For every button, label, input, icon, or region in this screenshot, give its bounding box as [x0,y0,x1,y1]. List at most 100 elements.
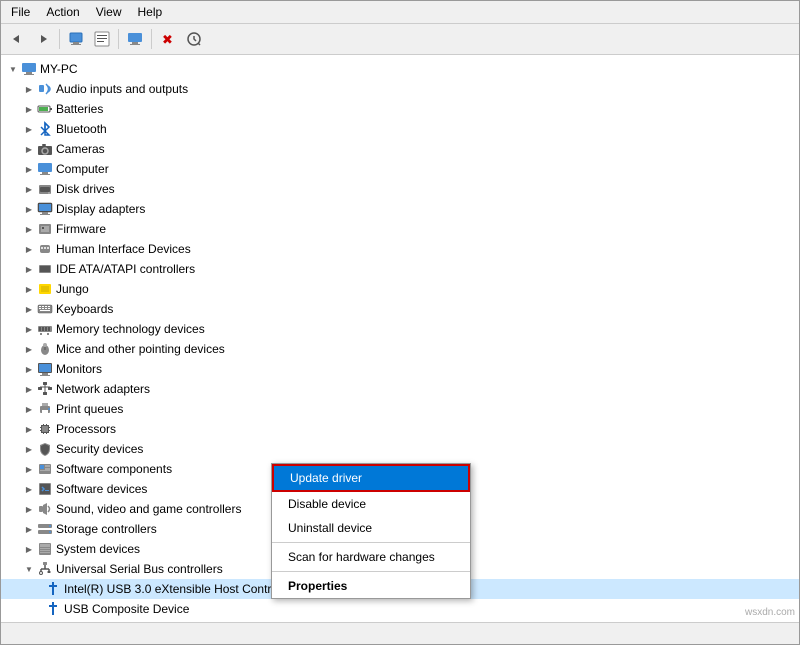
toolbar-sep-2 [118,29,119,49]
list-item[interactable]: ▶ Cameras [1,139,799,159]
menu-file[interactable]: File [5,3,36,21]
list-item[interactable]: ▶ Monitors [1,359,799,379]
firmware-icon [37,221,53,237]
display-icon [37,201,53,217]
context-disable-device[interactable]: Disable device [272,492,470,516]
audio-icon [37,81,53,97]
ide-icon [37,261,53,277]
item-label: Print queues [56,402,123,416]
expand-icon: ▶ [21,241,37,257]
status-bar [1,622,799,644]
expand-icon: ▶ [21,301,37,317]
ctx-separator-2 [272,571,470,572]
item-label: Memory technology devices [56,322,205,336]
item-label: USB Composite Device [64,602,189,616]
usb-device-icon [45,621,61,622]
list-item[interactable]: ▶ Keyboards [1,299,799,319]
list-item[interactable]: ▶ Batteries [1,99,799,119]
tree-root[interactable]: ▼ MY-PC [1,59,799,79]
scan-button[interactable] [182,27,206,51]
properties-button[interactable] [64,27,88,51]
list-item[interactable]: ▶ Network adapters [1,379,799,399]
context-uninstall-device[interactable]: Uninstall device [272,516,470,540]
bluetooth-icon [37,121,53,137]
software-dev-icon [37,481,53,497]
list-item[interactable]: USB Root Hub (USB 3.0) [1,619,799,622]
item-label: Storage controllers [56,522,157,536]
list-item[interactable]: ▶ IDE ATA/ATAPI controllers [1,259,799,279]
expand-icon: ▶ [21,101,37,117]
usb-device-icon [45,601,61,617]
list-item[interactable]: ▶ Disk drives [1,179,799,199]
item-label: Processors [56,422,116,436]
list-item[interactable]: ▶ Human Interface Devices [1,239,799,259]
context-update-driver[interactable]: Update driver [272,464,470,492]
computer-icon [37,161,53,177]
ctx-separator [272,542,470,543]
item-label: Jungo [56,282,89,296]
item-label: Keyboards [56,302,113,316]
context-scan-hardware[interactable]: Scan for hardware changes [272,545,470,569]
remove-button[interactable]: ✖ [156,27,180,51]
item-label: Software devices [56,482,147,496]
item-label: Sound, video and game controllers [56,502,241,516]
disk-icon [37,181,53,197]
item-label: Firmware [56,222,106,236]
list-item[interactable]: ▶ Print queues [1,399,799,419]
watermark: wsxdn.com [745,607,795,618]
expand-icon: ▶ [21,141,37,157]
list-item[interactable]: ▶ Display adapters [1,199,799,219]
menu-help[interactable]: Help [132,3,169,21]
back-button[interactable] [5,27,29,51]
hid-icon [37,241,53,257]
item-label: Mice and other pointing devices [56,342,225,356]
computer-button[interactable] [123,27,147,51]
system-icon [37,541,53,557]
usb-device-icon [45,581,61,597]
item-label: Software components [56,462,172,476]
toolbar-sep-1 [59,29,60,49]
jungo-icon [37,281,53,297]
item-label: Display adapters [56,202,145,216]
list-item[interactable]: ▶ Memory technology devices [1,319,799,339]
camera-icon [37,141,53,157]
list-item[interactable]: ▶ Computer [1,159,799,179]
list-item[interactable]: ▶ Audio inputs and outputs [1,79,799,99]
item-label: Universal Serial Bus controllers [56,562,223,576]
summary-button[interactable] [90,27,114,51]
item-label: Audio inputs and outputs [56,82,188,96]
toolbar: ✖ [1,24,799,55]
mouse-icon [37,341,53,357]
sound-icon [37,501,53,517]
expand-icon: ▶ [21,541,37,557]
expand-icon [37,581,45,597]
menu-view[interactable]: View [90,3,128,21]
expand-icon: ▶ [21,461,37,477]
list-item[interactable]: USB Composite Device [1,599,799,619]
list-item[interactable]: ▶ Mice and other pointing devices [1,339,799,359]
item-label: Computer [56,162,109,176]
expand-icon [37,601,45,617]
item-label: Security devices [56,442,143,456]
expand-icon [37,621,45,622]
battery-icon [37,101,53,117]
expand-icon: ▶ [21,261,37,277]
memory-icon [37,321,53,337]
list-item[interactable]: ▶ Bluetooth [1,119,799,139]
root-label: MY-PC [40,62,78,76]
item-label: System devices [56,542,140,556]
list-item[interactable]: ▶ Jungo [1,279,799,299]
list-item[interactable]: ▶ Security devices [1,439,799,459]
list-item[interactable]: ▶ Firmware [1,219,799,239]
expand-icon: ▶ [21,501,37,517]
list-item[interactable]: ▶ Processors [1,419,799,439]
context-properties[interactable]: Properties [272,574,470,598]
keyboard-icon [37,301,53,317]
usb-controller-icon [37,561,53,577]
toolbar-sep-3 [151,29,152,49]
item-label: Disk drives [56,182,115,196]
svg-text:✖: ✖ [162,32,173,47]
software-comp-icon [37,461,53,477]
menu-action[interactable]: Action [40,3,85,21]
forward-button[interactable] [31,27,55,51]
